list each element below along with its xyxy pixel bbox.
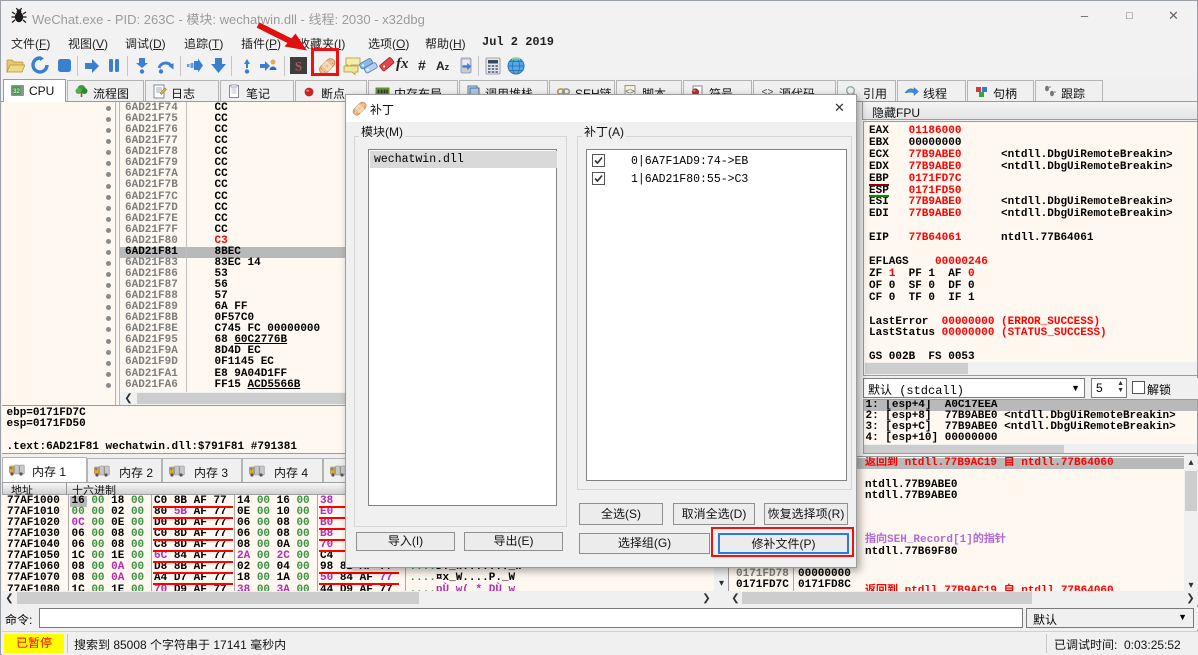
- svg-text:32: 32: [13, 89, 20, 95]
- svg-text:S: S: [295, 59, 302, 74]
